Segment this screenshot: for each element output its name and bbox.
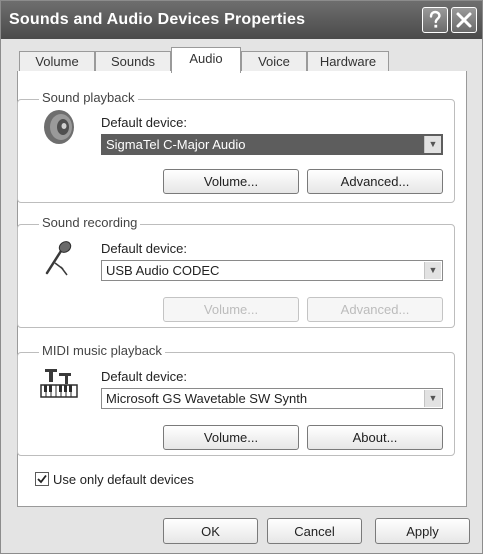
recording-device-select[interactable]: USB Audio CODEC ▼ <box>101 260 443 281</box>
recording-device-label: Default device: <box>101 241 187 256</box>
use-default-devices-checkbox[interactable] <box>35 472 49 486</box>
help-button[interactable] <box>422 7 448 33</box>
title-bar[interactable]: Sounds and Audio Devices Properties <box>1 1 482 39</box>
recording-volume-button[interactable]: Volume... <box>163 297 299 322</box>
playback-device-value: SigmaTel C-Major Audio <box>106 137 246 152</box>
chevron-down-icon[interactable]: ▼ <box>424 262 441 279</box>
playback-volume-button[interactable]: Volume... <box>163 169 299 194</box>
tab-audio[interactable]: Audio <box>171 47 241 73</box>
close-button[interactable] <box>451 7 477 33</box>
use-default-devices-label: Use only default devices <box>53 472 194 487</box>
chevron-down-icon[interactable]: ▼ <box>424 390 441 407</box>
cancel-button[interactable]: Cancel <box>267 518 362 544</box>
sound-playback-legend: Sound playback <box>39 90 138 105</box>
midi-about-button[interactable]: About... <box>307 425 443 450</box>
playback-advanced-button[interactable]: Advanced... <box>307 169 443 194</box>
midi-device-value: Microsoft GS Wavetable SW Synth <box>106 391 308 406</box>
chevron-down-icon[interactable]: ▼ <box>424 136 441 153</box>
playback-device-select[interactable]: SigmaTel C-Major Audio ▼ <box>101 134 443 155</box>
close-x-icon <box>456 12 472 28</box>
speaker-icon <box>44 110 74 144</box>
question-mark-icon <box>429 10 441 28</box>
properties-dialog: Sounds and Audio Devices Properties Volu… <box>0 0 483 554</box>
tab-volume[interactable]: Volume <box>19 51 95 72</box>
tab-label: Voice <box>258 54 290 69</box>
tab-sounds[interactable]: Sounds <box>95 51 171 72</box>
sound-recording-legend: Sound recording <box>39 215 141 230</box>
recording-device-value: USB Audio CODEC <box>106 263 220 278</box>
tab-label: Sounds <box>110 54 156 69</box>
midi-device-label: Default device: <box>101 369 187 384</box>
ok-button[interactable]: OK <box>163 518 258 544</box>
tab-hardware[interactable]: Hardware <box>307 51 389 72</box>
midi-keyboard-icon <box>40 369 78 398</box>
tab-label: Volume <box>35 54 79 69</box>
checkmark-icon <box>37 474 47 484</box>
tab-voice[interactable]: Voice <box>241 51 307 72</box>
midi-playback-legend: MIDI music playback <box>39 343 165 358</box>
recording-advanced-button[interactable]: Advanced... <box>307 297 443 322</box>
tab-label: Hardware <box>319 54 377 69</box>
microphone-icon <box>45 241 72 276</box>
apply-button[interactable]: Apply <box>375 518 470 544</box>
midi-device-select[interactable]: Microsoft GS Wavetable SW Synth ▼ <box>101 388 443 409</box>
window-title: Sounds and Audio Devices Properties <box>9 11 306 28</box>
tab-label: Audio <box>189 51 223 66</box>
midi-volume-button[interactable]: Volume... <box>163 425 299 450</box>
playback-device-label: Default device: <box>101 115 187 130</box>
